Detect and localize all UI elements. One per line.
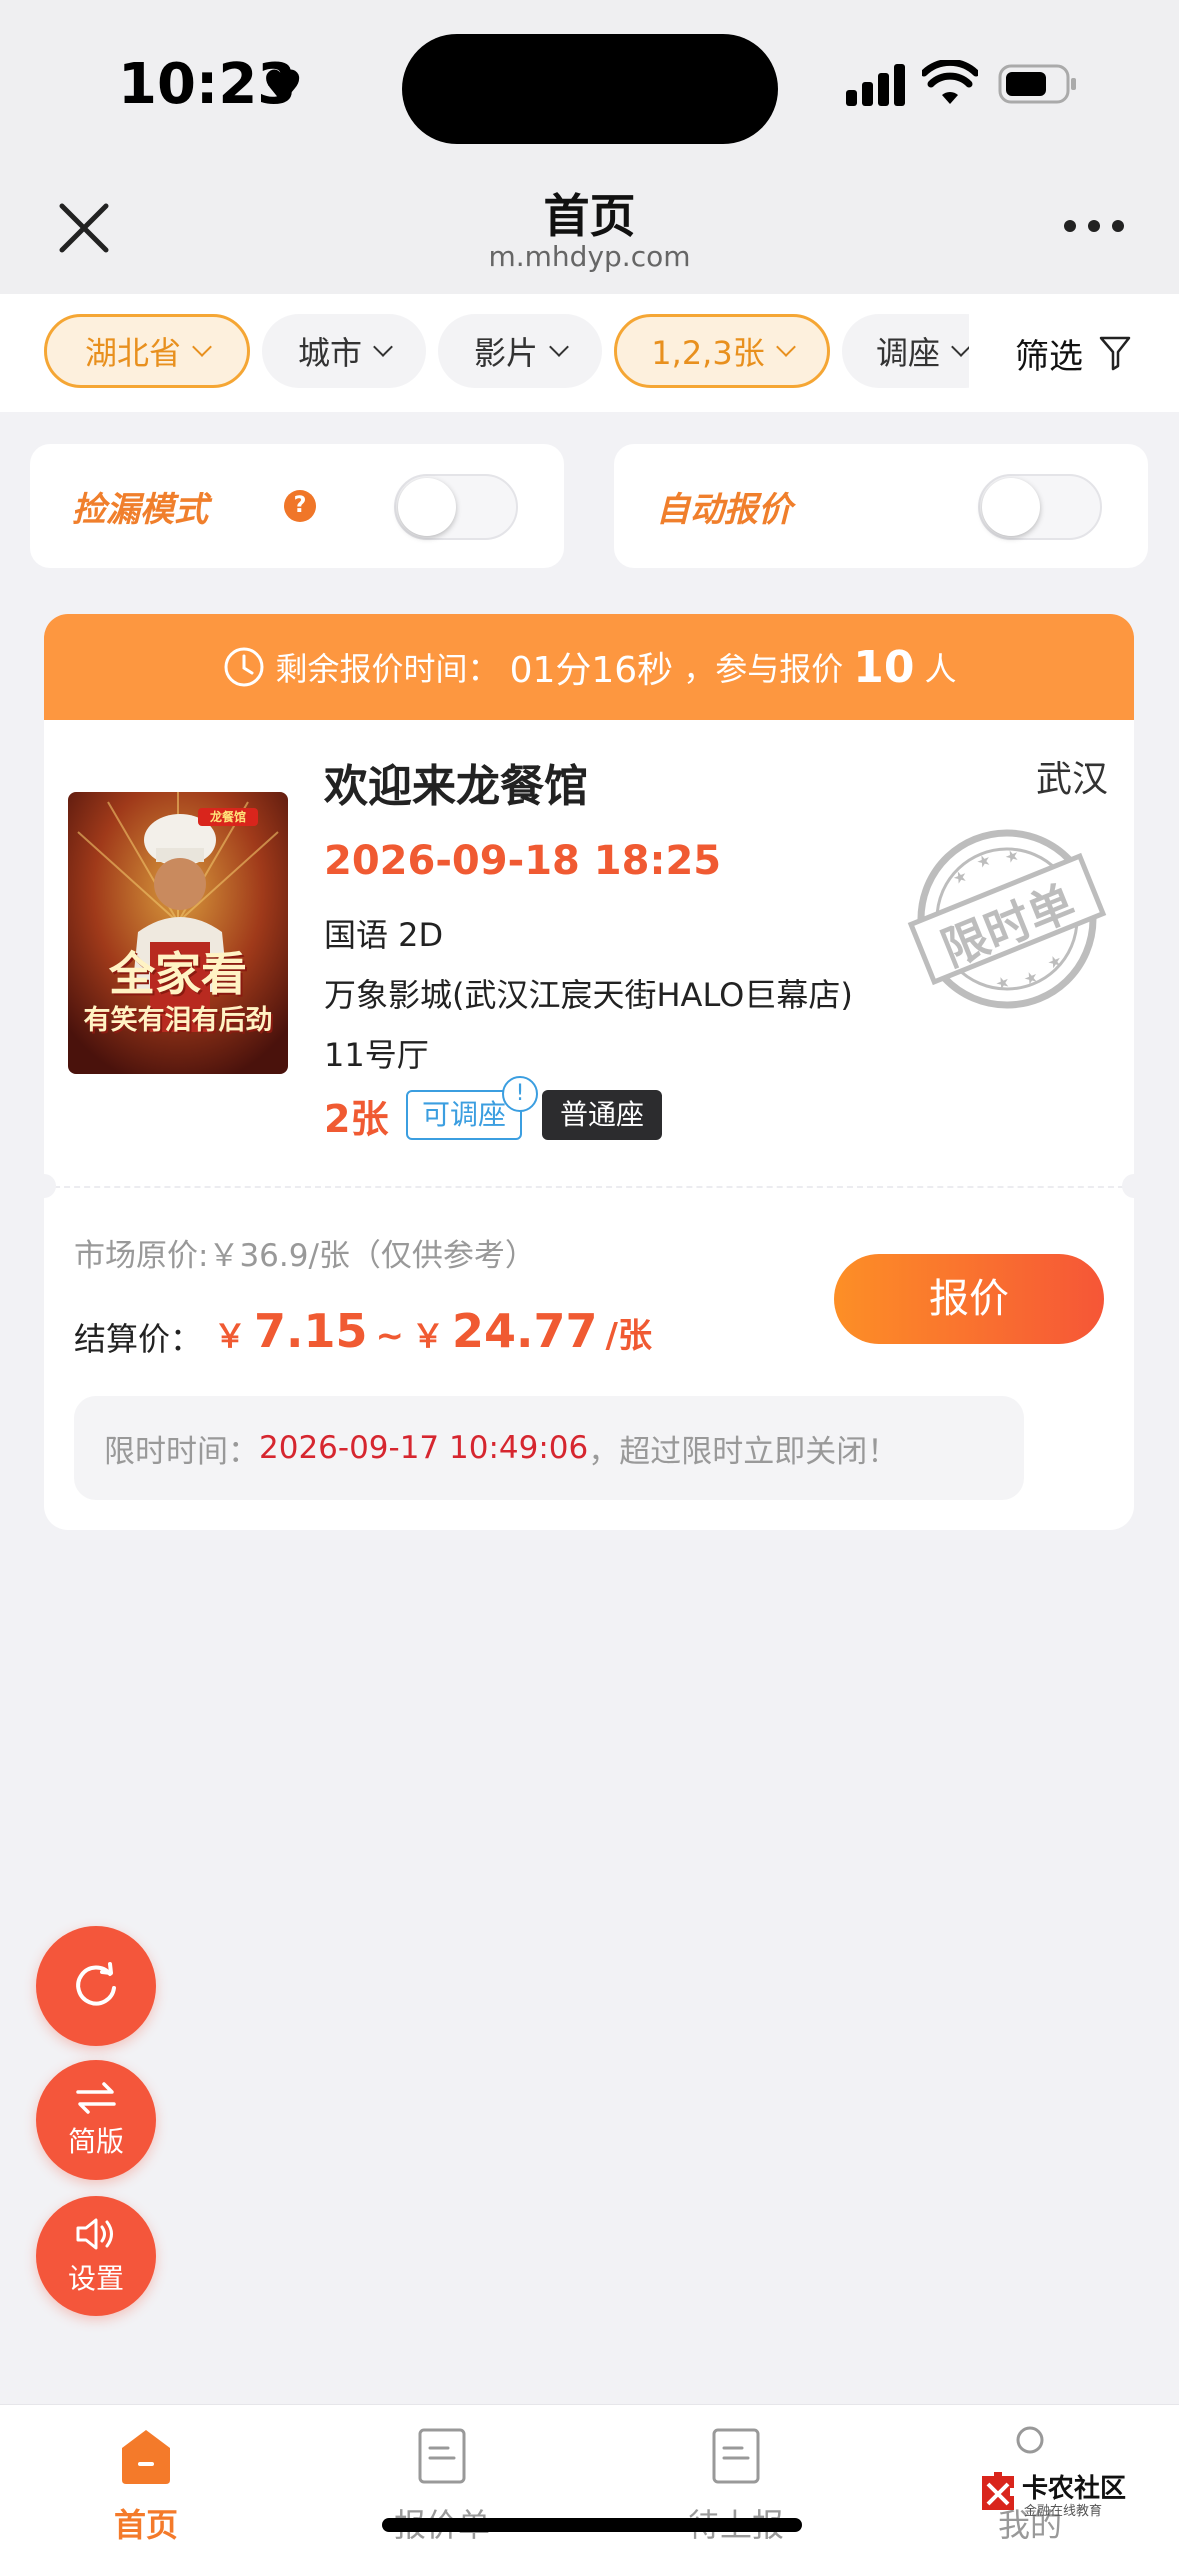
- filter-chip-label: 1,2,3张: [651, 334, 765, 372]
- tab-home[interactable]: 首页: [66, 2426, 226, 2546]
- countdown-banner: 剩余报价时间： 01分16秒 ，参与报价 10 人: [44, 614, 1134, 720]
- cellular-signal-icon: [846, 62, 906, 106]
- participants-prefix: ，参与报价: [683, 650, 844, 688]
- limit-time-box: 限时时间： 2026-09-17 10:49:06 ，超过限时立即关闭！: [74, 1396, 1024, 1500]
- filter-bar: 湖北省 城市 影片 1,2,3张 调座 筛选: [0, 294, 1179, 412]
- limit-suffix: ，超过限时立即关闭！: [588, 1433, 899, 1470]
- refresh-button[interactable]: [36, 1926, 156, 2046]
- limit-label: 限时时间：: [104, 1433, 259, 1470]
- filter-chip-province[interactable]: 湖北省: [44, 314, 250, 388]
- language-format: 国语 2D: [324, 916, 444, 954]
- svg-text:★: ★: [974, 849, 994, 872]
- auto-quote-switch[interactable]: [978, 474, 1102, 540]
- wifi-icon: [922, 60, 978, 104]
- speaker-icon: [76, 2218, 113, 2250]
- page-title: 首页: [543, 189, 636, 243]
- filter-label: 筛选: [1015, 336, 1083, 377]
- chevron-down-icon: [373, 337, 393, 357]
- svg-text:★: ★: [993, 971, 1013, 994]
- chevron-down-icon: [951, 337, 971, 357]
- home-icon: [122, 2430, 170, 2484]
- filter-icon: [1099, 336, 1131, 371]
- document-icon: [712, 2428, 760, 2484]
- hall-name: 11号厅: [324, 1036, 429, 1074]
- chevron-down-icon: [549, 337, 569, 357]
- settings-button[interactable]: 设置: [36, 2196, 156, 2316]
- card-divider: [44, 1186, 1134, 1188]
- poster-line1: 全家看: [109, 947, 247, 1001]
- settings-label: 设置: [67, 2262, 124, 2295]
- settle-separator: ~: [375, 1316, 405, 1356]
- simple-mode-button[interactable]: 简版: [36, 2060, 156, 2180]
- filter-chip-tickets[interactable]: 1,2,3张: [614, 314, 830, 388]
- clock-icon: [224, 647, 264, 687]
- filter-chip-label: 湖北省: [84, 334, 181, 372]
- battery-icon: [998, 64, 1076, 104]
- refresh-icon: [76, 1962, 116, 2006]
- quote-button[interactable]: 报价: [834, 1254, 1104, 1344]
- dynamic-island: [402, 34, 778, 144]
- swap-icon: [76, 2082, 116, 2114]
- settle-min: 7.15: [254, 1304, 368, 1358]
- poster-line2: 有笑有泪有后劲: [83, 1005, 273, 1036]
- filter-chip-label: 影片: [473, 334, 538, 372]
- more-icon[interactable]: [1064, 220, 1124, 234]
- cinema-name: 万象影城(武汉江宸天街HALO巨幕店): [324, 976, 853, 1014]
- currency-symbol: ￥: [412, 1317, 445, 1355]
- info-icon[interactable]: !: [502, 1076, 538, 1112]
- movie-poster: 龙餐馆 全家看 有笑有泪有后劲: [68, 792, 288, 1074]
- show-datetime: 2026-09-18 18:25: [324, 838, 722, 884]
- filter-chip-label: 城市: [297, 334, 362, 372]
- heart-icon: ♥: [262, 60, 304, 114]
- auto-quote-label: 自动报价: [656, 490, 792, 530]
- seat-type-tag: 普通座: [542, 1090, 663, 1140]
- home-indicator: [382, 2518, 802, 2532]
- watermark-subtitle: 金融在线教育: [1024, 2504, 1103, 2519]
- leak-mode-switch[interactable]: [394, 474, 518, 540]
- poster-badge: 龙餐馆: [209, 810, 246, 824]
- svg-text:★: ★: [1044, 950, 1064, 973]
- leak-mode-card: 捡漏模式 ?: [30, 444, 564, 568]
- countdown-prefix: 剩余报价时间：: [275, 650, 500, 688]
- page-url: m.mhdyp.com: [488, 240, 691, 273]
- ticket-notch-right: [1122, 1174, 1134, 1198]
- participants-count: 10: [853, 641, 915, 693]
- movie-title: 欢迎来龙餐馆: [324, 761, 588, 812]
- settle-unit: /张: [605, 1316, 652, 1356]
- filter-button[interactable]: 筛选: [969, 294, 1179, 412]
- filter-chip-movie[interactable]: 影片: [438, 314, 602, 388]
- svg-text:★: ★: [950, 866, 970, 889]
- leak-mode-label: 捡漏模式: [72, 490, 208, 530]
- settle-price: ￥ 7.15 ~ ￥ 24.77 /张: [214, 1304, 652, 1358]
- auto-quote-card: 自动报价: [614, 444, 1148, 568]
- chevron-down-icon: [775, 337, 796, 357]
- puzzle-icon: [982, 2472, 1014, 2510]
- countdown-time: 01分16秒: [509, 650, 674, 691]
- ticket-notch-left: [44, 1174, 56, 1198]
- filter-chip-label: 调座: [875, 334, 940, 372]
- currency-symbol: ￥: [214, 1317, 247, 1355]
- help-icon[interactable]: ?: [284, 490, 316, 522]
- limited-order-stamp: ★ ★ ★ ★ ★ ★ 限时单: [896, 824, 1118, 1014]
- svg-text:★: ★: [1002, 845, 1022, 868]
- participants-suffix: 人: [924, 650, 957, 688]
- ticket-count: 2张: [324, 1097, 389, 1141]
- settle-price-label: 结算价：: [74, 1320, 203, 1358]
- filter-chip-city[interactable]: 城市: [262, 314, 426, 388]
- settle-max: 24.77: [452, 1304, 598, 1358]
- market-price: 市场原价:￥36.9/张（仅供参考）: [74, 1238, 536, 1274]
- chevron-down-icon: [192, 337, 212, 357]
- simple-mode-label: 简版: [67, 2125, 124, 2158]
- limit-time: 2026-09-17 10:49:06: [259, 1430, 589, 1466]
- order-card: 剩余报价时间： 01分16秒 ，参与报价 10 人 龙餐馆 全家看 有笑有泪有后…: [44, 614, 1134, 1530]
- tab-label: 首页: [113, 2506, 178, 2544]
- city-label: 武汉: [1035, 759, 1108, 800]
- watermark-logo: 卡农社区 金融在线教育: [978, 2466, 1168, 2522]
- document-icon: [418, 2428, 466, 2484]
